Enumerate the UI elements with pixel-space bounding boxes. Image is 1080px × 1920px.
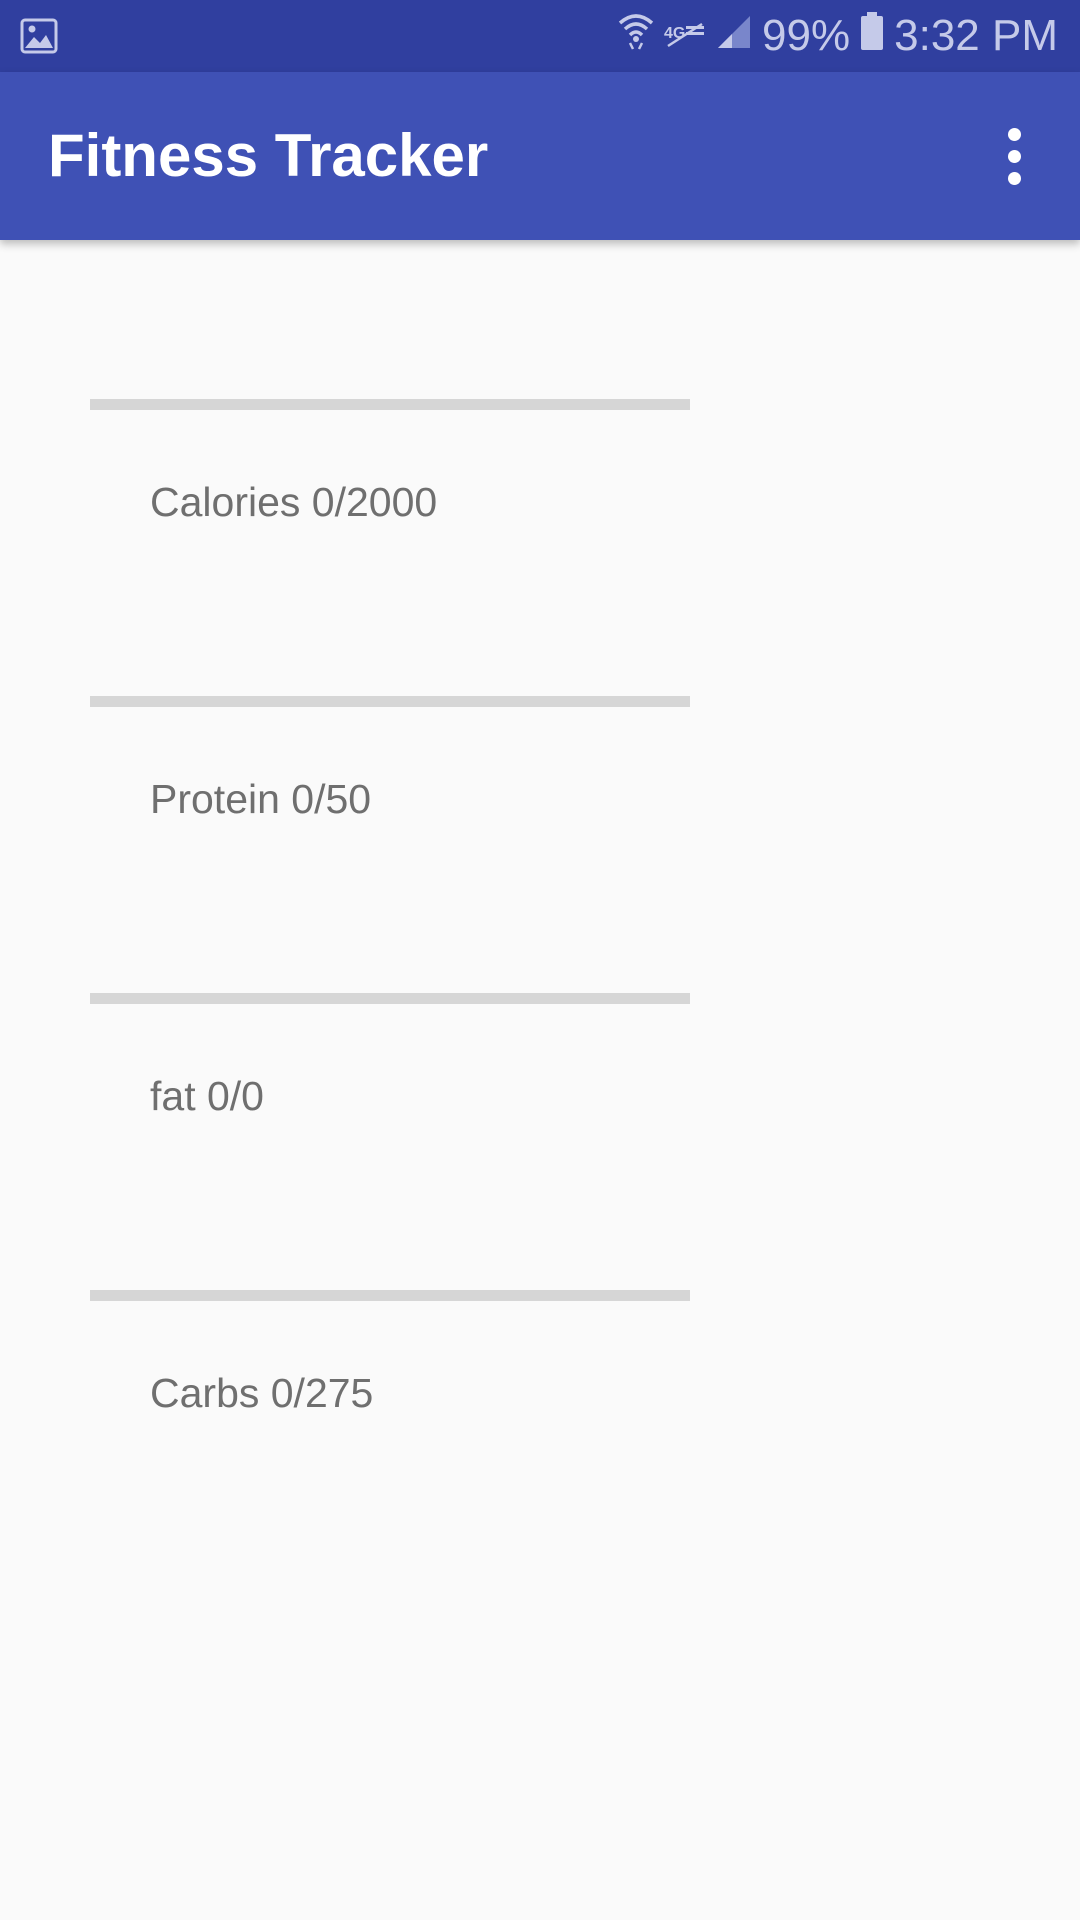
svg-text:4G: 4G — [664, 25, 685, 42]
protein-progress-bar — [90, 696, 690, 707]
carbs-progress-bar — [90, 1290, 690, 1301]
menu-dot — [1007, 171, 1021, 185]
clock: 3:32 PM — [894, 11, 1058, 60]
calories-progress-bar — [90, 399, 690, 410]
menu-dot — [1007, 127, 1021, 141]
more-vert-icon[interactable] — [978, 114, 1050, 198]
fat-label: fat 0/0 — [150, 1073, 264, 1119]
image-notification-icon — [20, 17, 58, 55]
protein-label: Protein 0/50 — [150, 776, 372, 822]
calories-label: Calories 0/2000 — [150, 479, 438, 525]
battery-icon — [860, 11, 884, 61]
app-bar: Fitness Tracker — [0, 72, 1080, 240]
fat-progress-bar — [90, 993, 690, 1004]
status-bar: 4G 99% 3:32 PM — [0, 0, 1080, 72]
signal-icon — [716, 11, 752, 61]
4g-lte-icon: 4G — [664, 11, 706, 61]
menu-dot — [1007, 149, 1021, 163]
wifi-icon — [618, 11, 654, 62]
carbs-label: Carbs 0/275 — [150, 1370, 374, 1416]
app-title: Fitness Tracker — [48, 122, 489, 189]
battery-percent: 99% — [762, 11, 851, 60]
